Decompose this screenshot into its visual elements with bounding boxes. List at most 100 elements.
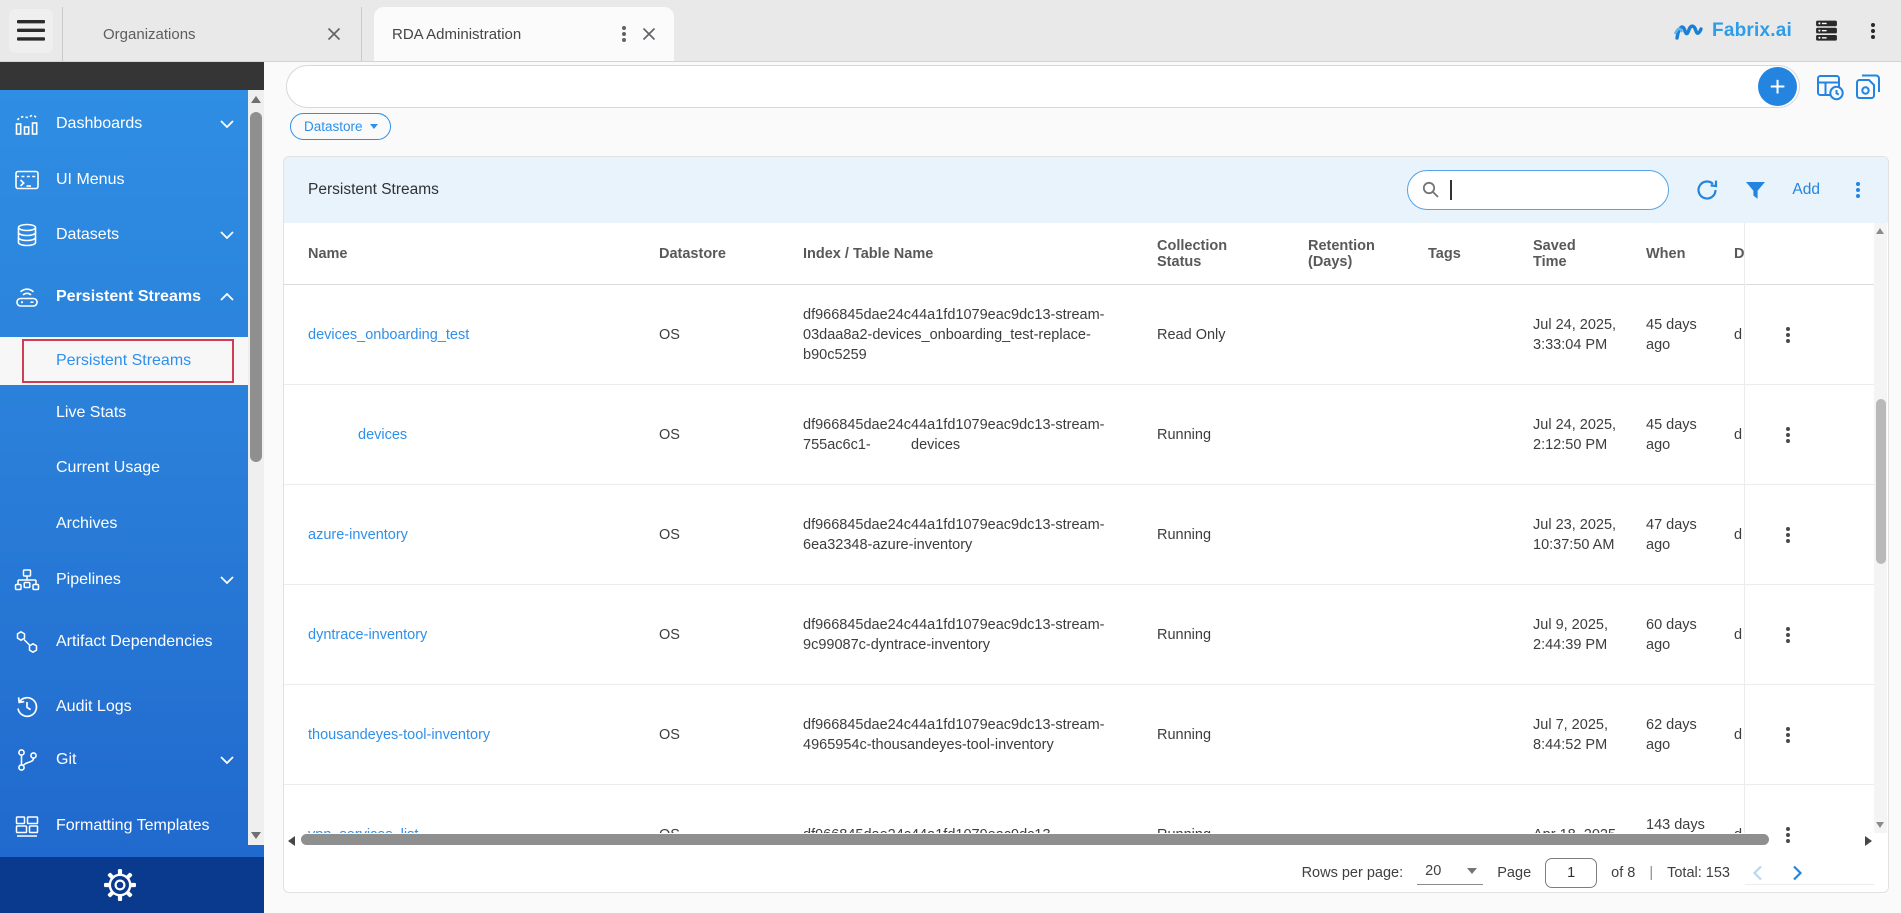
hamburger-menu-button[interactable]	[9, 9, 53, 53]
table-row[interactable]: devices OS df966845dae24c44a1fd1079eac9d…	[284, 385, 1744, 485]
column-header-datastore[interactable]: Datastore	[635, 246, 779, 262]
page-number-input[interactable]	[1545, 858, 1597, 888]
table-clock-icon[interactable]	[1816, 73, 1844, 101]
column-header-clipped[interactable]: D	[1715, 246, 1744, 262]
stream-name-link[interactable]: vpn_services_list	[284, 825, 635, 834]
topbar-spacer	[674, 0, 1673, 61]
save-copy-icon[interactable]	[1854, 73, 1882, 101]
sidebar-subitem-current-usage[interactable]: Current Usage	[0, 446, 248, 490]
table-row[interactable]: vpn_services_list OS df966845dae24c44a1f…	[284, 785, 1744, 833]
column-header-when[interactable]: When	[1627, 246, 1715, 262]
column-header-retention-days[interactable]: Retention (Days)	[1289, 238, 1409, 270]
scroll-down-arrow[interactable]	[1876, 822, 1884, 828]
previous-page-button[interactable]	[1744, 860, 1770, 886]
table-body: devices_onboarding_test OS df966845dae24…	[284, 285, 1744, 833]
search-input[interactable]	[1460, 182, 1657, 198]
rows-per-page-select[interactable]: 20	[1417, 861, 1483, 885]
datastore-cell: OS	[635, 525, 779, 545]
stream-name-link[interactable]: dyntrace-inventory	[284, 625, 635, 645]
table-horizontal-scrollbar[interactable]	[286, 833, 1874, 849]
scrollbar-thumb[interactable]	[250, 112, 262, 462]
chevron-down-icon	[220, 231, 234, 239]
panel-kebab-menu-icon[interactable]	[1846, 175, 1870, 205]
sidebar-scrollbar[interactable]	[248, 90, 264, 845]
row-kebab-menu-icon[interactable]	[1775, 720, 1801, 750]
template-grid-icon	[13, 812, 41, 840]
close-icon[interactable]	[636, 21, 662, 47]
pagination-separator: |	[1649, 865, 1653, 881]
column-header-collection-status[interactable]: Collection Status	[1139, 238, 1289, 270]
column-header-tags[interactable]: Tags	[1409, 246, 1514, 262]
scroll-up-arrow[interactable]	[1876, 228, 1884, 234]
scroll-up-arrow[interactable]	[251, 96, 261, 103]
scroll-right-arrow[interactable]	[1865, 836, 1872, 846]
scrollbar-thumb[interactable]	[301, 834, 1769, 845]
table-vertical-scrollbar[interactable]	[1874, 223, 1887, 833]
row-kebab-menu-icon[interactable]	[1775, 620, 1801, 650]
stream-name-link[interactable]: azure-inventory	[284, 525, 635, 545]
table-row[interactable]: dyntrace-inventory OS df966845dae24c44a1…	[284, 585, 1744, 685]
table-row[interactable]: azure-inventory OS df966845dae24c44a1fd1…	[284, 485, 1744, 585]
stream-name-link[interactable]: thousandeyes-tool-inventory	[284, 725, 635, 745]
sidebar-item-datasets[interactable]: Datasets	[0, 213, 248, 257]
sidebar-subitem-live-stats[interactable]: Live Stats	[0, 391, 248, 435]
server-stack-icon[interactable]	[1814, 18, 1839, 43]
sidebar-item-audit-logs[interactable]: Audit Logs	[0, 685, 248, 729]
sidebar-item-dashboards[interactable]: Dashboards	[0, 102, 248, 146]
table-search-box[interactable]	[1407, 170, 1669, 210]
rows-per-page-value: 20	[1425, 863, 1441, 879]
persistent-streams-panel: Persistent Streams	[283, 156, 1889, 893]
chevron-down-icon	[220, 120, 234, 128]
filter-funnel-icon[interactable]	[1745, 181, 1766, 200]
sidebar-item-artifact-dependencies[interactable]: Artifact Dependencies	[0, 606, 248, 678]
tab-rda-administration[interactable]: RDA Administration	[374, 7, 674, 61]
add-button[interactable]: Add	[1792, 181, 1820, 199]
row-actions-cell	[1745, 585, 1874, 685]
sidebar-item-git[interactable]: Git	[0, 738, 248, 782]
sidebar-item-formatting-templates[interactable]: Formatting Templates	[0, 790, 248, 862]
column-header-name[interactable]: Name	[284, 246, 635, 262]
refresh-icon[interactable]	[1695, 178, 1719, 202]
collection-status-cell: Running	[1139, 725, 1289, 745]
top-bar: Organizations RDA Administration F	[0, 0, 1901, 62]
sidebar-item-persistent-streams[interactable]: Persistent Streams	[0, 261, 248, 333]
sidebar-item-ui-menus[interactable]: UI Menus	[0, 158, 248, 202]
settings-gear-icon[interactable]	[100, 865, 140, 905]
scroll-down-arrow[interactable]	[251, 832, 261, 839]
panel-header: Persistent Streams	[284, 157, 1888, 223]
tab-organizations[interactable]: Organizations	[62, 7, 362, 61]
plus-icon[interactable]: +	[1758, 67, 1797, 106]
close-icon[interactable]	[321, 21, 347, 47]
hamburger-menu-icon	[17, 20, 45, 41]
when-cell: 62 days ago	[1627, 715, 1715, 755]
stream-router-icon	[13, 283, 41, 311]
row-kebab-menu-icon[interactable]	[1775, 420, 1801, 450]
sidebar-item-pipelines[interactable]: Pipelines	[0, 558, 248, 602]
topbar-kebab-menu-icon[interactable]	[1861, 16, 1885, 46]
global-query-input[interactable]: +	[286, 65, 1800, 108]
scroll-left-arrow[interactable]	[288, 836, 295, 846]
stream-name-link[interactable]: devices	[284, 425, 635, 445]
row-actions-cell	[1745, 385, 1874, 485]
table-row[interactable]: thousandeyes-tool-inventory OS df966845d…	[284, 685, 1744, 785]
when-cell: 60 days ago	[1627, 615, 1715, 655]
row-kebab-menu-icon[interactable]	[1775, 520, 1801, 550]
brand-logo: Fabrix.ai	[1673, 18, 1792, 44]
text-cursor	[1450, 180, 1452, 200]
datastore-filter-chip[interactable]: Datastore	[290, 113, 391, 140]
search-icon	[1422, 181, 1440, 199]
tab-kebab-menu-icon[interactable]	[612, 19, 636, 49]
sidebar-subitem-archives[interactable]: Archives	[0, 502, 248, 546]
when-cell: 47 days ago	[1627, 515, 1715, 555]
scrollbar-thumb[interactable]	[1876, 399, 1886, 564]
stream-name-link[interactable]: devices_onboarding_test	[284, 325, 635, 345]
row-kebab-menu-icon[interactable]	[1775, 320, 1801, 350]
sidebar-subitem-label: Live Stats	[56, 399, 214, 427]
collection-status-cell: Running	[1139, 825, 1289, 834]
sidebar-subitem-persistent-streams[interactable]: Persistent Streams	[0, 337, 248, 385]
next-page-button[interactable]	[1784, 860, 1810, 886]
sidebar-item-label: Audit Logs	[56, 693, 214, 721]
column-header-saved-time[interactable]: Saved Time	[1514, 238, 1627, 270]
table-row[interactable]: devices_onboarding_test OS df966845dae24…	[284, 285, 1744, 385]
column-header-index-table-name[interactable]: Index / Table Name	[779, 246, 1139, 262]
